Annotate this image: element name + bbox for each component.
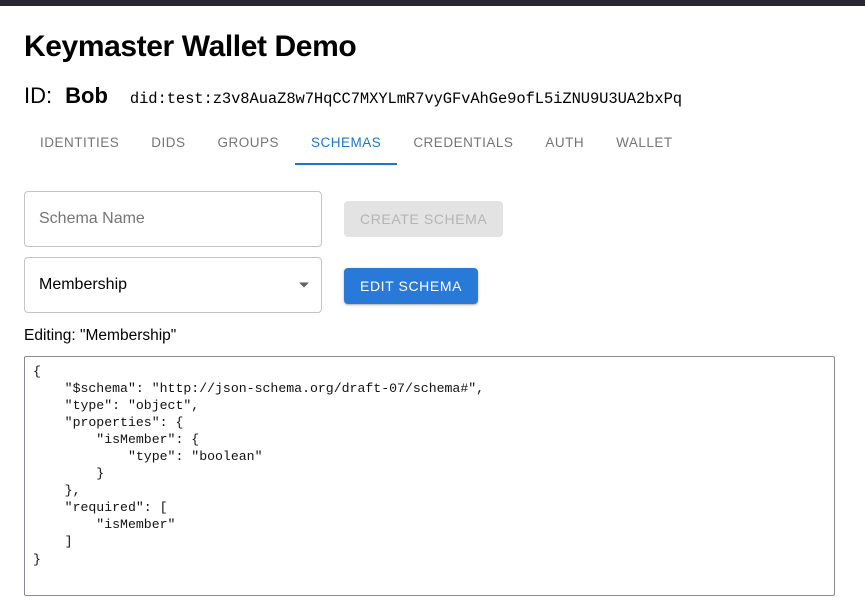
tab-schemas[interactable]: SCHEMAS (295, 127, 398, 165)
schema-name-placeholder: Schema Name (39, 209, 145, 227)
schemas-panel: Schema Name CREATE SCHEMA Membership EDI… (24, 190, 841, 601)
schema-json-editor[interactable] (24, 355, 835, 596)
identity-did: did:test:z3v8AuaZ8w7HqCC7MXYLmR7vyGFvAhG… (129, 89, 682, 108)
window-top-bar (0, 0, 865, 6)
identity-name: Bob (65, 82, 108, 108)
chevron-down-icon (299, 282, 309, 287)
editing-status-label: Editing: "Membership" (24, 326, 177, 344)
tab-credentials[interactable]: CREDENTIALS (397, 127, 529, 150)
schema-name-input[interactable]: Schema Name (24, 190, 322, 247)
page-container: Keymaster Wallet Demo ID: Bob did:test:z… (0, 28, 865, 601)
schema-select[interactable]: Membership (24, 256, 322, 313)
edit-schema-button[interactable]: EDIT SCHEMA (344, 267, 479, 304)
create-schema-row: Schema Name CREATE SCHEMA (24, 190, 841, 247)
schema-select-value: Membership (39, 275, 128, 293)
identity-row: ID: Bob did:test:z3v8AuaZ8w7HqCC7MXYLmR7… (24, 83, 841, 111)
tab-groups[interactable]: GROUPS (202, 127, 296, 150)
tab-wallet[interactable]: WALLET (600, 127, 689, 150)
identity-label: ID: (24, 82, 53, 108)
main-tabs: IDENTITIES DIDS GROUPS SCHEMAS CREDENTIA… (24, 127, 841, 169)
tab-auth[interactable]: AUTH (529, 127, 600, 150)
tab-identities[interactable]: IDENTITIES (24, 127, 135, 150)
tab-dids[interactable]: DIDS (135, 127, 201, 150)
page-title: Keymaster Wallet Demo (24, 30, 357, 63)
create-schema-button[interactable]: CREATE SCHEMA (344, 200, 504, 237)
edit-schema-row: Membership EDIT SCHEMA (24, 256, 841, 313)
